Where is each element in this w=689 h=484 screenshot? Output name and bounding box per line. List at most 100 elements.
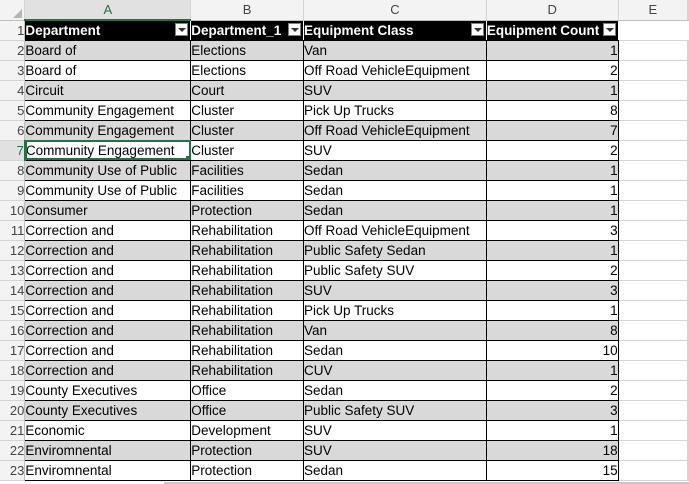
cell-department[interactable]: Economic	[24, 420, 192, 441]
cell-equipment-class[interactable]: Off Road VehicleEquipment	[303, 60, 487, 81]
empty-cell[interactable]	[618, 400, 688, 421]
column-header-a[interactable]: A	[24, 0, 192, 21]
cell-department[interactable]: Board of	[24, 40, 192, 61]
empty-cell[interactable]	[687, 140, 689, 161]
cell-department-1[interactable]: Rehabilitation	[190, 260, 304, 281]
header-cell-equipment-class[interactable]: Equipment Class	[303, 20, 487, 41]
cell-equipment-count[interactable]: 3	[486, 400, 619, 421]
row-header[interactable]: 6	[0, 120, 26, 141]
cell-equipment-count[interactable]: 1	[486, 420, 619, 441]
cell-equipment-class[interactable]: Public Safety SUV	[303, 260, 487, 281]
empty-cell[interactable]	[687, 80, 689, 101]
cell-department-1[interactable]: Court	[190, 80, 304, 101]
empty-cell[interactable]	[618, 340, 688, 361]
cell-department[interactable]: Enviromnental	[24, 460, 192, 481]
cell-department-1[interactable]: Protection	[190, 460, 304, 481]
cell-department[interactable]: Community Use of Public	[24, 180, 192, 201]
cell-equipment-count[interactable]: 2	[486, 140, 619, 161]
column-header-d[interactable]: D	[486, 0, 619, 21]
cell-department[interactable]: Correction and	[24, 260, 192, 281]
cell-equipment-class[interactable]: SUV	[303, 280, 487, 301]
cell-department-1[interactable]: Rehabilitation	[190, 220, 304, 241]
empty-cell[interactable]	[618, 60, 688, 81]
cell-department[interactable]: County Executives	[24, 400, 192, 421]
cell-equipment-count[interactable]: 8	[486, 100, 619, 121]
cell-department[interactable]: Correction and	[24, 280, 192, 301]
empty-cell[interactable]	[618, 260, 688, 281]
empty-cell[interactable]	[687, 320, 689, 341]
row-header[interactable]: 3	[0, 60, 26, 81]
empty-cell[interactable]	[618, 220, 688, 241]
cell-equipment-class[interactable]: SUV	[303, 140, 487, 161]
cell-equipment-class[interactable]: Van	[303, 40, 487, 61]
empty-cell[interactable]	[618, 40, 688, 61]
cell-department-1[interactable]: Rehabilitation	[190, 300, 304, 321]
cell-equipment-class[interactable]: CUV	[303, 360, 487, 381]
select-all-button[interactable]	[0, 0, 26, 21]
empty-cell[interactable]	[687, 260, 689, 281]
filter-dropdown-icon[interactable]	[470, 22, 484, 36]
cell-equipment-count[interactable]: 1	[486, 160, 619, 181]
cell-equipment-count[interactable]: 3	[486, 280, 619, 301]
empty-cell[interactable]	[687, 360, 689, 381]
empty-cell[interactable]	[687, 400, 689, 421]
row-header[interactable]: 7	[0, 140, 26, 161]
row-header[interactable]: 9	[0, 180, 26, 201]
empty-cell[interactable]	[687, 120, 689, 141]
cell-equipment-count[interactable]: 2	[486, 380, 619, 401]
empty-cell[interactable]	[618, 360, 688, 381]
empty-cell[interactable]	[618, 320, 688, 341]
row-header[interactable]: 1	[0, 20, 26, 41]
empty-cell[interactable]	[687, 300, 689, 321]
cell-equipment-count[interactable]: 18	[486, 440, 619, 461]
filter-dropdown-icon[interactable]	[602, 22, 616, 36]
row-header[interactable]: 13	[0, 260, 26, 281]
cell-equipment-class[interactable]: Sedan	[303, 340, 487, 361]
cell-department[interactable]: Enviromnental	[24, 440, 192, 461]
cell-equipment-count[interactable]: 1	[486, 300, 619, 321]
spreadsheet-grid[interactable]: A B C D E 1 Department Department_1 Equi…	[0, 0, 689, 481]
cell-department[interactable]: Community Engagement	[24, 120, 192, 141]
row-header[interactable]: 8	[0, 160, 26, 181]
empty-cell[interactable]	[687, 20, 689, 41]
header-cell-equipment-count[interactable]: Equipment Count	[486, 20, 619, 41]
cell-equipment-class[interactable]: Off Road VehicleEquipment	[303, 120, 487, 141]
empty-cell[interactable]	[687, 200, 689, 221]
cell-equipment-class[interactable]: SUV	[303, 420, 487, 441]
empty-cell[interactable]	[687, 240, 689, 261]
empty-cell[interactable]	[618, 460, 688, 481]
empty-cell[interactable]	[618, 200, 688, 221]
cell-department[interactable]: County Executives	[24, 380, 192, 401]
empty-cell[interactable]	[687, 380, 689, 401]
cell-department[interactable]: Correction and	[24, 240, 192, 261]
cell-equipment-count[interactable]: 7	[486, 120, 619, 141]
empty-cell[interactable]	[618, 140, 688, 161]
cell-equipment-class[interactable]: SUV	[303, 440, 487, 461]
column-header-f[interactable]	[687, 0, 689, 21]
cell-equipment-count[interactable]: 3	[486, 220, 619, 241]
cell-department-1[interactable]: Facilities	[190, 180, 304, 201]
column-header-c[interactable]: C	[303, 0, 487, 21]
empty-cell[interactable]	[687, 440, 689, 461]
cell-department-1[interactable]: Rehabilitation	[190, 280, 304, 301]
cell-department-1[interactable]: Facilities	[190, 160, 304, 181]
cell-equipment-count[interactable]: 1	[486, 240, 619, 261]
row-header[interactable]: 12	[0, 240, 26, 261]
row-header[interactable]: 18	[0, 360, 26, 381]
empty-cell[interactable]	[618, 180, 688, 201]
empty-cell[interactable]	[687, 280, 689, 301]
empty-cell[interactable]	[618, 120, 688, 141]
cell-equipment-class[interactable]: Public Safety SUV	[303, 400, 487, 421]
row-header[interactable]: 4	[0, 80, 26, 101]
row-header[interactable]: 14	[0, 280, 26, 301]
cell-equipment-class[interactable]: Van	[303, 320, 487, 341]
row-header[interactable]: 10	[0, 200, 26, 221]
empty-cell[interactable]	[618, 100, 688, 121]
cell-department-1[interactable]: Office	[190, 380, 304, 401]
cell-department[interactable]: Circuit	[24, 80, 192, 101]
empty-cell[interactable]	[618, 380, 688, 401]
cell-department-1[interactable]: Rehabilitation	[190, 360, 304, 381]
cell-department[interactable]: Correction and	[24, 360, 192, 381]
row-header[interactable]: 16	[0, 320, 26, 341]
row-header[interactable]: 11	[0, 220, 26, 241]
